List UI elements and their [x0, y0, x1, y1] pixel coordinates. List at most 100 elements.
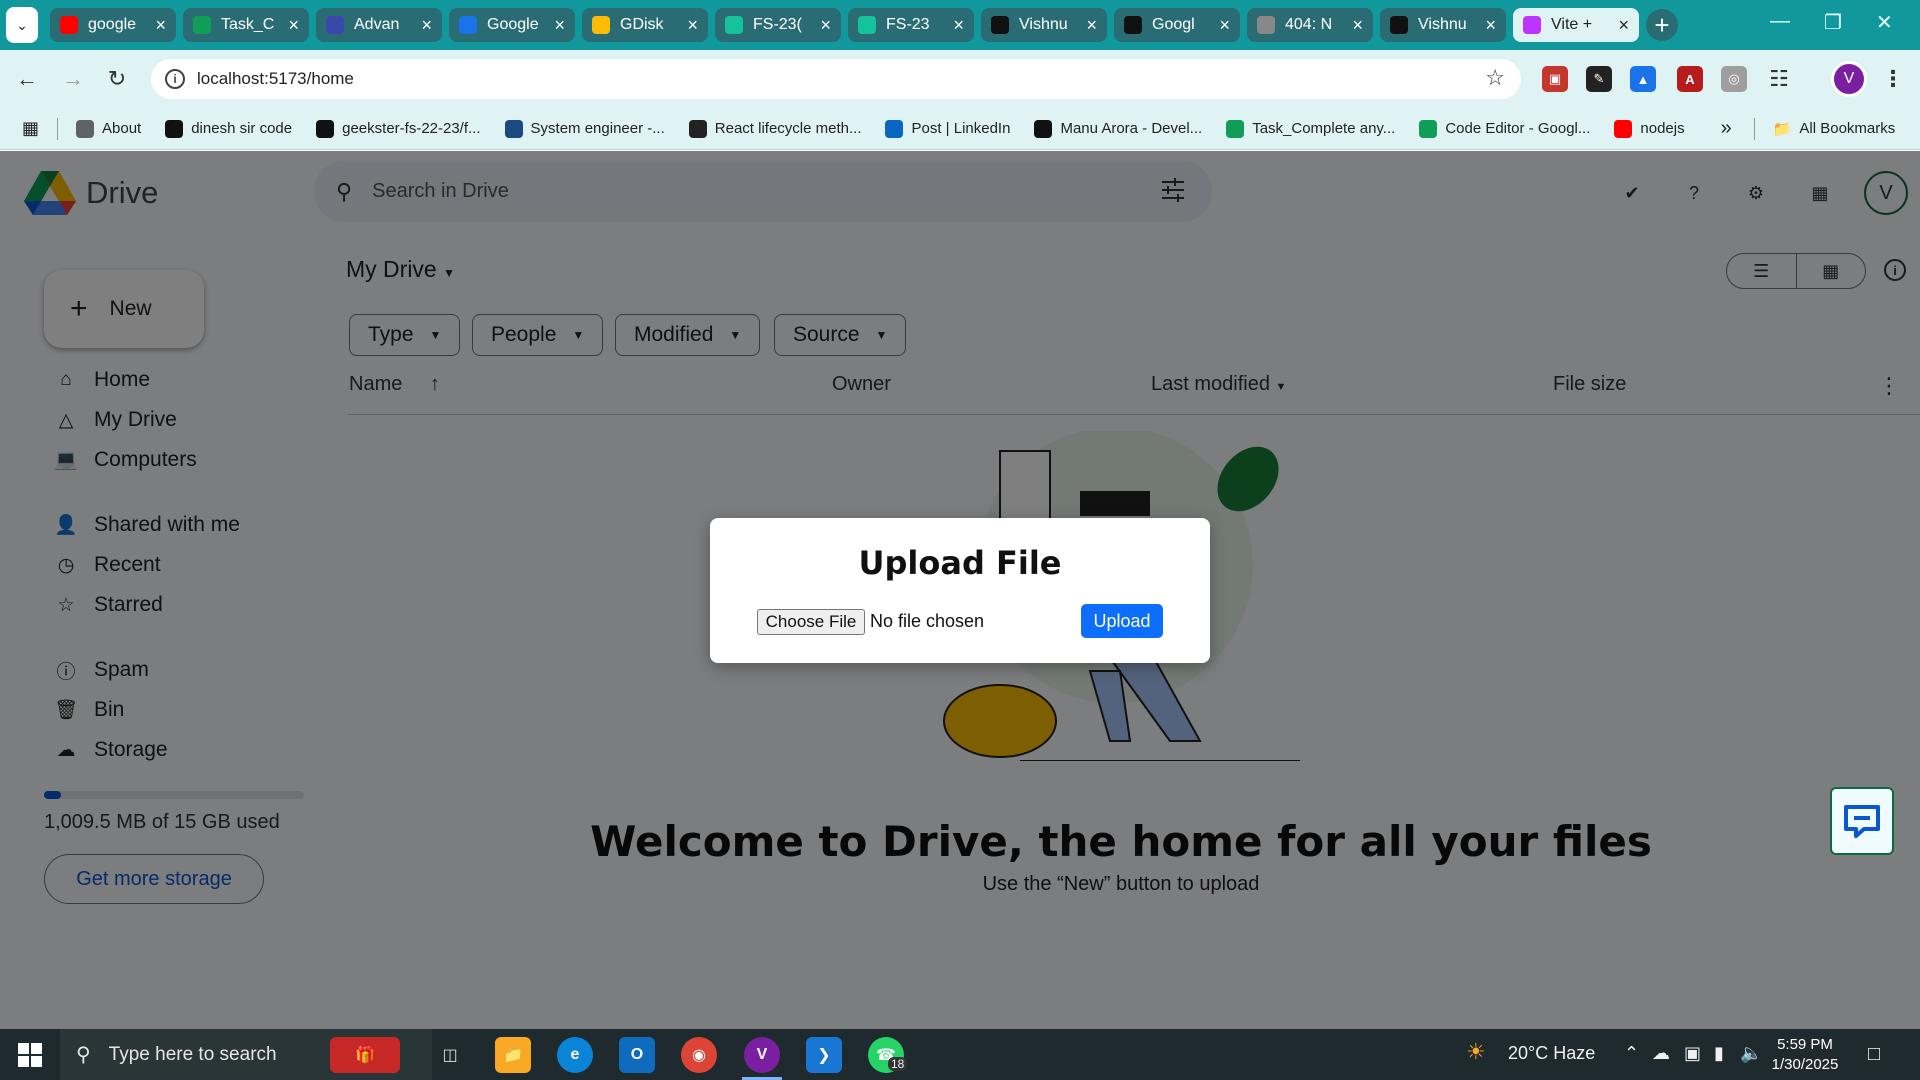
bookmark-item[interactable]: dinesh sir code — [165, 119, 292, 138]
browser-menu-icon[interactable]: ⋮ — [1880, 66, 1906, 92]
address-bar[interactable]: i localhost:5173/home ☆ — [151, 59, 1521, 99]
close-tab-icon[interactable]: × — [155, 15, 166, 36]
extension-circle-icon[interactable]: ◎ — [1721, 66, 1747, 92]
unstop-icon — [504, 119, 523, 138]
chrome-icon[interactable]: ◉ — [681, 1037, 717, 1073]
browser-tab[interactable]: FS-23 × — [848, 8, 974, 42]
bookmark-label: nodejs — [1640, 120, 1685, 137]
bookmark-item[interactable]: nodejs — [1614, 119, 1685, 138]
all-bookmarks-button[interactable]: 📁 All Bookmarks — [1773, 120, 1896, 138]
folder-icon: 📁 — [1772, 120, 1792, 138]
grammarly-icon — [858, 16, 876, 34]
tab-search-button[interactable]: ⌄ — [6, 7, 38, 43]
weather-sun-icon[interactable]: ☀ — [1466, 1039, 1486, 1065]
vscode-icon[interactable]: ❯ — [806, 1037, 842, 1073]
extension-a-icon[interactable]: A — [1677, 66, 1703, 92]
browser-tab[interactable]: Vishnu × — [981, 8, 1107, 42]
close-tab-icon[interactable]: × — [1086, 15, 1097, 36]
network-icon[interactable]: ▣ — [1684, 1043, 1701, 1064]
url-text: localhost:5173/home — [197, 69, 354, 88]
battery-icon[interactable]: ▮ — [1714, 1043, 1724, 1064]
browser-tab[interactable]: GDisk × — [582, 8, 708, 42]
apps-grid-icon[interactable]: ▦ — [22, 118, 39, 139]
bookmark-item[interactable]: React lifecycle meth... — [688, 119, 861, 138]
tab-title: Vishnu — [1418, 16, 1467, 33]
extension-drop-icon[interactable]: ▲ — [1630, 66, 1656, 92]
close-tab-icon[interactable]: × — [1618, 15, 1629, 36]
edge-icon[interactable]: e — [557, 1037, 593, 1073]
bookmark-item[interactable]: Code Editor - Googl... — [1419, 119, 1590, 138]
bookmark-item[interactable]: Post | LinkedIn — [885, 119, 1010, 138]
show-hidden-icons[interactable]: ⌃ — [1624, 1043, 1639, 1064]
upload-button[interactable]: Upload — [1081, 604, 1163, 638]
system-clock[interactable]: 5:59 PM 1/30/2025 — [1760, 1035, 1850, 1075]
close-tab-icon[interactable]: × — [953, 15, 964, 36]
extensions-puzzle-icon[interactable]: ☷ — [1766, 66, 1792, 92]
youtube-icon — [1614, 119, 1633, 138]
bookmark-label: System engineer -... — [530, 120, 665, 137]
minimize-icon[interactable]: — — [1770, 10, 1790, 33]
windows-start-icon[interactable] — [18, 1043, 42, 1067]
outlook-icon[interactable]: O — [619, 1037, 655, 1073]
back-button[interactable]: ← — [10, 62, 44, 96]
extension-screenshot-icon[interactable]: ▣ — [1542, 66, 1568, 92]
notifications-icon[interactable]: □ — [1868, 1043, 1880, 1066]
pwskills-icon — [326, 16, 344, 34]
new-tab-button[interactable]: + — [1646, 9, 1678, 41]
contacts-icon — [459, 16, 477, 34]
close-tab-icon[interactable]: × — [687, 15, 698, 36]
restore-icon[interactable]: ❐ — [1824, 10, 1842, 35]
youtube-icon — [60, 16, 78, 34]
search-highlight-icon[interactable]: 🎁 — [330, 1037, 400, 1073]
forward-button[interactable]: → — [56, 62, 90, 96]
sheets-icon — [193, 16, 211, 34]
close-tab-icon[interactable]: × — [1219, 15, 1230, 36]
browser-tab[interactable]: Googl × — [1114, 8, 1240, 42]
browser-tab[interactable]: Task_C × — [183, 8, 309, 42]
file-explorer-icon[interactable]: 📁 — [495, 1037, 531, 1073]
browser-tab[interactable]: 404: N × — [1247, 8, 1373, 42]
browser-tab[interactable]: Vite + × — [1513, 8, 1639, 42]
bookmark-item[interactable]: geekster-fs-22-23/f... — [316, 119, 481, 138]
close-tab-icon[interactable]: × — [288, 15, 299, 36]
browser-tab[interactable]: FS-23(× — [715, 8, 841, 42]
close-tab-icon[interactable]: × — [554, 15, 565, 36]
all-bookmarks-label: All Bookmarks — [1799, 120, 1896, 137]
extension-pen-icon[interactable]: ✎ — [1586, 66, 1612, 92]
bookmark-label: geekster-fs-22-23/f... — [342, 120, 481, 137]
bookmark-item[interactable]: Manu Arora - Devel... — [1034, 119, 1202, 138]
arrow-left-icon: ← — [16, 66, 38, 91]
weather-text[interactable]: 20°C Haze — [1508, 1043, 1595, 1064]
site-info-icon[interactable]: i — [165, 69, 185, 89]
tab-title: GDisk — [620, 16, 664, 33]
github-icon — [991, 16, 1009, 34]
browser-profile-avatar[interactable]: V — [1831, 61, 1867, 97]
bookmarks-divider — [1753, 117, 1755, 140]
choose-file-button[interactable]: Choose File — [757, 609, 865, 635]
bookmark-item[interactable]: About — [76, 119, 141, 138]
browser-tab[interactable]: Advan × — [316, 8, 442, 42]
close-window-icon[interactable]: ✕ — [1876, 10, 1893, 35]
task-view-icon[interactable]: ◫ — [432, 1037, 468, 1073]
chrome-profile-icon[interactable]: V — [744, 1037, 780, 1073]
tab-title: 404: N — [1285, 16, 1333, 33]
onedrive-icon[interactable]: ☁ — [1652, 1043, 1670, 1064]
browser-tab[interactable]: google × — [50, 8, 176, 42]
close-tab-icon[interactable]: × — [820, 15, 831, 36]
close-tab-icon[interactable]: × — [1352, 15, 1363, 36]
bookmark-item[interactable]: Task_Complete any... — [1226, 119, 1396, 138]
close-tab-icon[interactable]: × — [421, 15, 432, 36]
reload-button[interactable]: ↻ — [100, 62, 134, 96]
chat-support-button[interactable] — [1830, 787, 1894, 855]
upload-modal: Upload File Choose File No file chosen U… — [710, 518, 1210, 663]
bookmark-star-icon[interactable]: ☆ — [1485, 65, 1505, 91]
close-tab-icon[interactable]: × — [1485, 15, 1496, 36]
github-icon — [165, 119, 184, 138]
bookmarks-overflow-button[interactable]: » — [1721, 117, 1732, 140]
tab-title: Vite + — [1551, 16, 1593, 33]
browser-tab[interactable]: Google × — [449, 8, 575, 42]
bookmark-label: Task_Complete any... — [1252, 120, 1396, 137]
google-apps-icon — [76, 119, 95, 138]
browser-tab[interactable]: Vishnu × — [1380, 8, 1506, 42]
bookmark-item[interactable]: System engineer -... — [504, 119, 665, 138]
